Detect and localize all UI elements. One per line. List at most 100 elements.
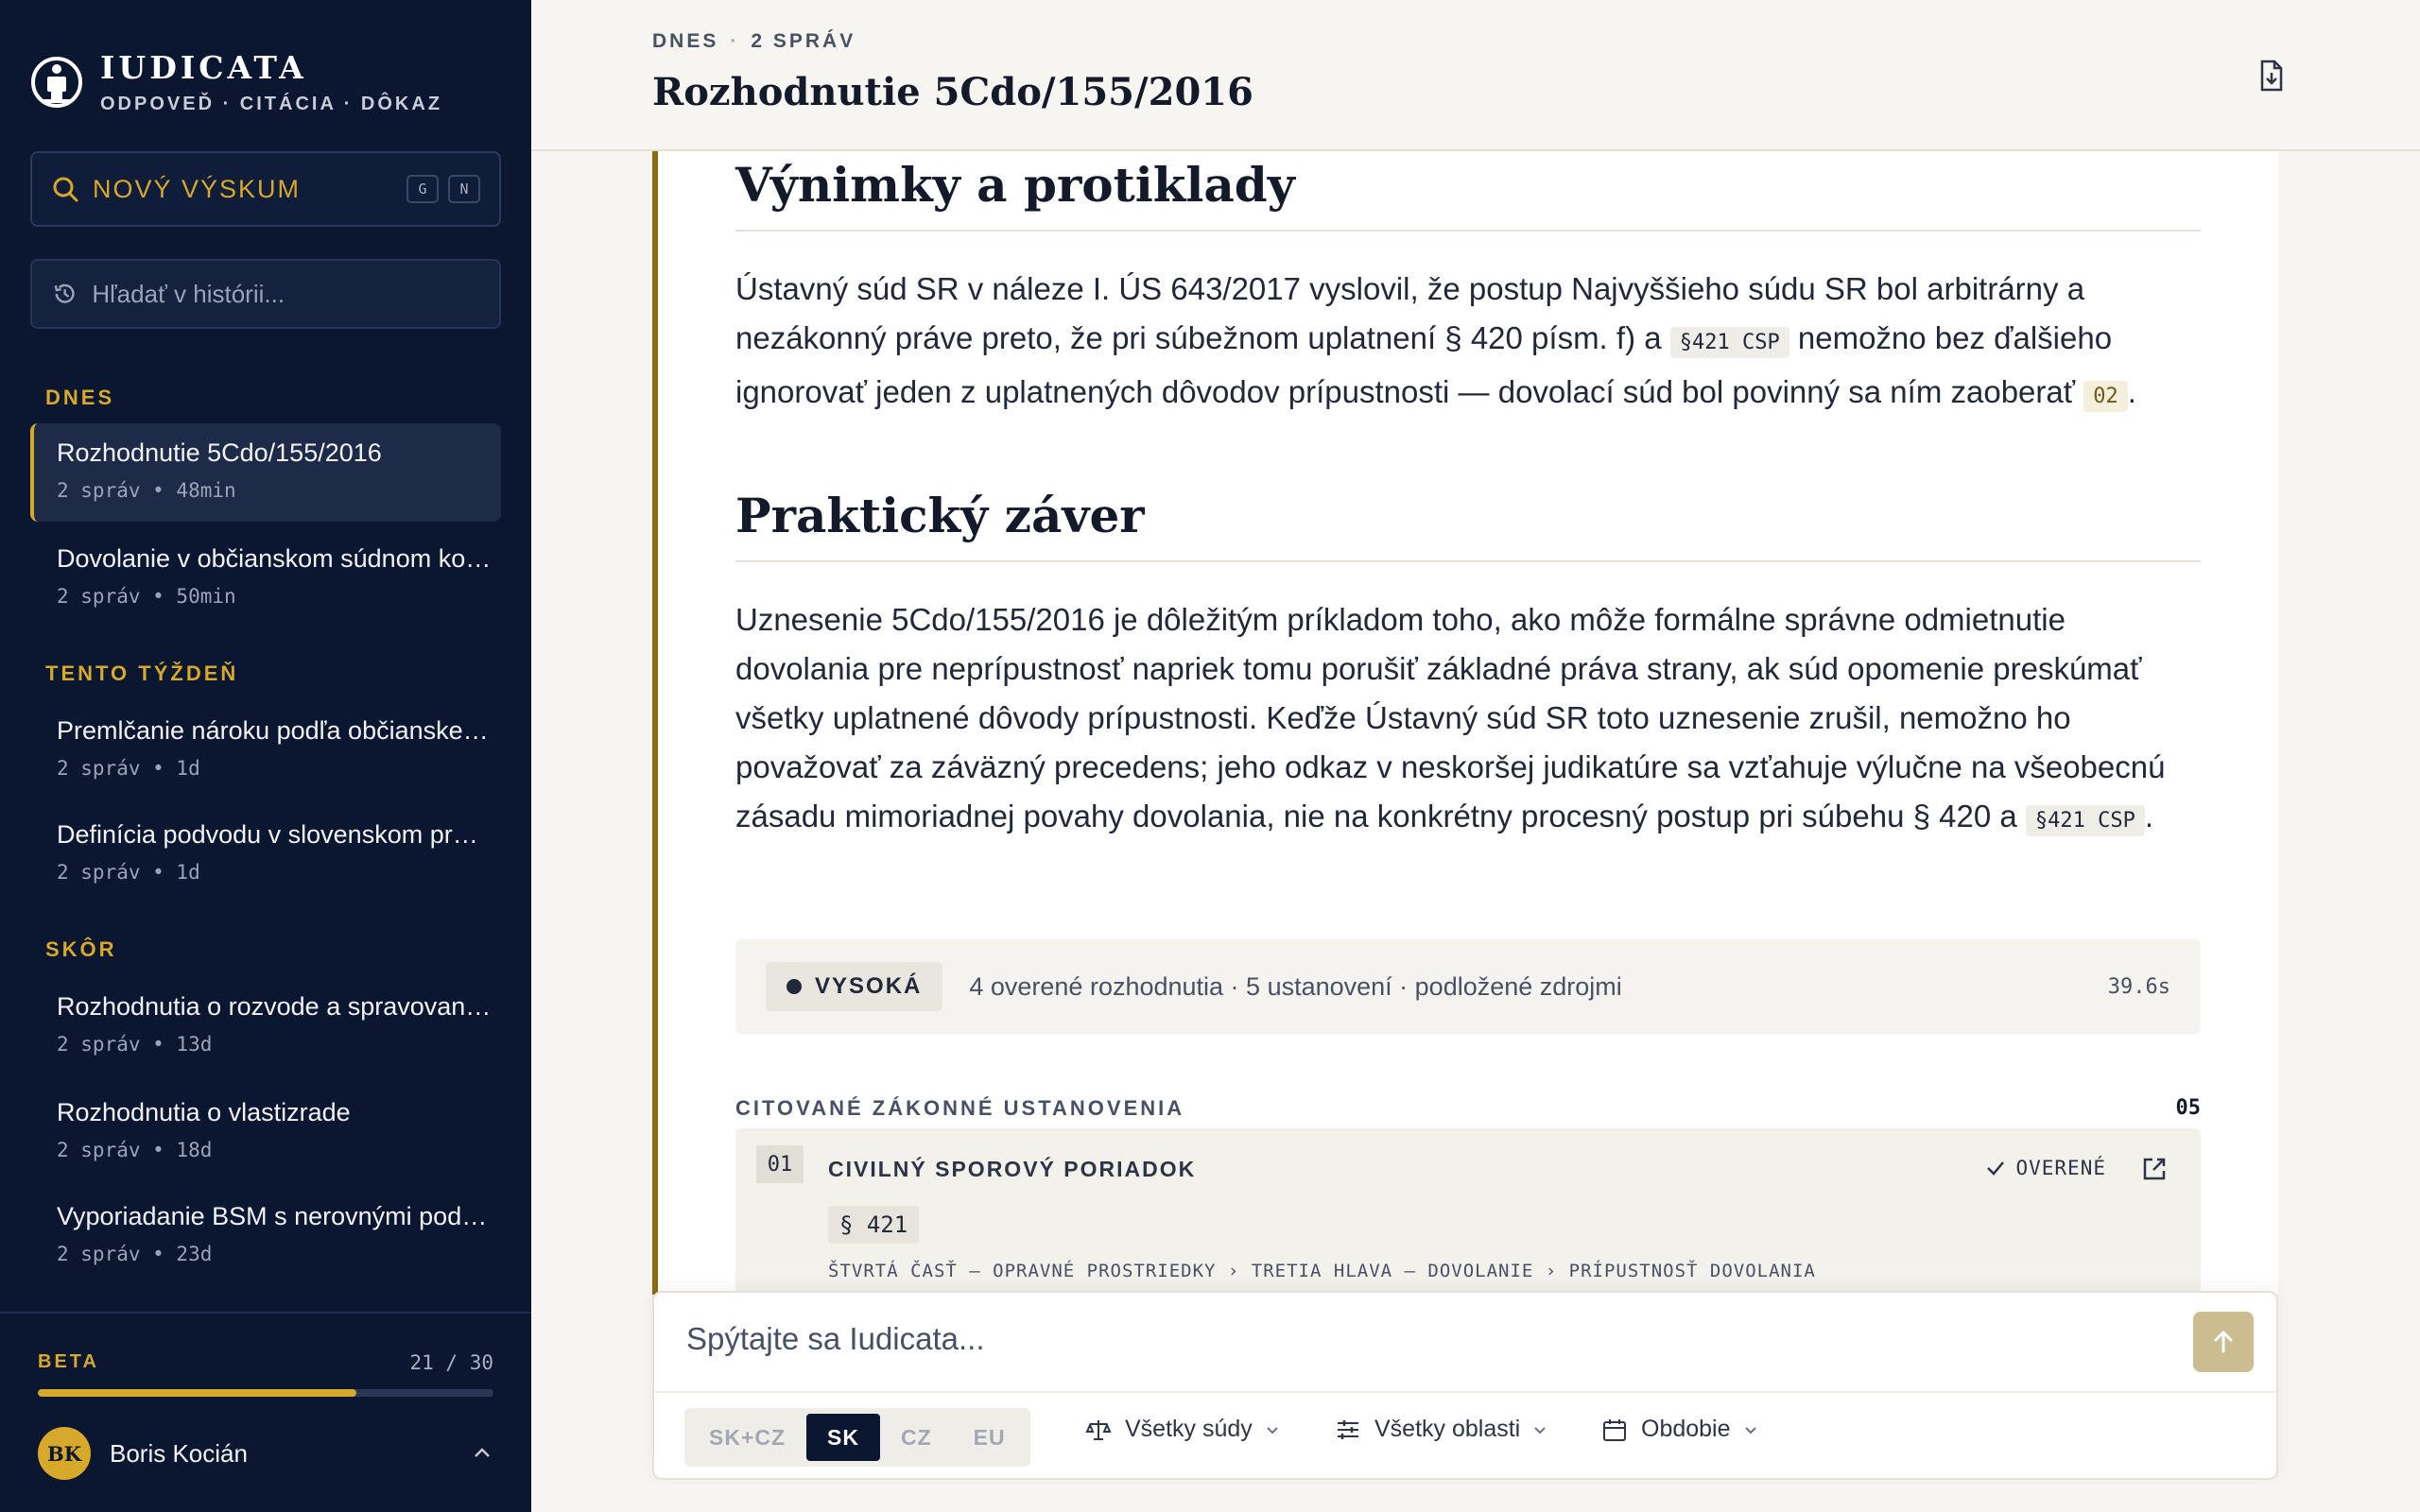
external-link-icon[interactable] — [2140, 1155, 2169, 1183]
region-option-sk[interactable]: SK — [806, 1414, 880, 1461]
beta-usage-bar — [38, 1389, 493, 1397]
confidence-badge: VYSOKÁ — [766, 962, 943, 1011]
question-input[interactable] — [686, 1321, 2104, 1374]
history-item-meta: 2 správ • 50min — [57, 585, 236, 608]
confidence-summary: VYSOKÁ 4 overené rozhodnutia · 5 ustanov… — [735, 939, 2201, 1034]
sidebar-footer: BETA 21 / 30 BK Boris Kocián — [0, 1312, 531, 1512]
calendar-icon — [1603, 1418, 1626, 1441]
brand[interactable]: IUDICATA ODPOVEĎ · CITÁCIA · DÔKAZ — [30, 49, 442, 115]
citation-marker[interactable]: 02 — [2083, 381, 2128, 412]
answer-paragraph: Ústavný súd SR v náleze I. ÚS 643/2017 v… — [735, 265, 2201, 421]
new-research-label: NOVÝ VÝSKUM — [93, 174, 302, 203]
composer-filters: SK+CZ SK CZ EU Všetky súdy Všetky oblast… — [654, 1391, 2276, 1480]
history-item-title: Rozhodnutie 5Cdo/155/2016 — [57, 438, 382, 467]
section-label-today: DNES — [45, 386, 115, 409]
confidence-label: VYSOKÁ — [815, 973, 923, 999]
statute-number: 01 — [756, 1145, 804, 1183]
confidence-dot-icon — [786, 979, 802, 994]
history-search — [30, 259, 501, 329]
avatar: BK — [38, 1427, 91, 1480]
brand-name: IUDICATA — [100, 49, 307, 86]
text-run: . — [2144, 799, 2153, 833]
user-menu[interactable]: BK Boris Kocián — [38, 1425, 493, 1482]
beta-usage-fill — [38, 1389, 357, 1397]
answer-paragraph: Uznesenie 5Cdo/155/2016 je dôležitým prí… — [735, 595, 2201, 846]
beta-label: BETA — [38, 1351, 99, 1372]
new-research-button[interactable]: NOVÝ VÝSKUM G N — [30, 151, 501, 227]
statute-name: CIVILNÝ SPOROVÝ PORIADOK — [828, 1157, 1197, 1181]
courts-filter-label: Všetky súdy — [1125, 1416, 1253, 1442]
history-item[interactable]: Rozhodnutia o rozvode a spravovaní majet… — [30, 977, 501, 1075]
cited-statutes-title: CITOVANÉ ZÁKONNÉ USTANOVENIA — [735, 1096, 1185, 1120]
chevron-up-icon — [475, 1448, 490, 1457]
history-item[interactable]: Premlčanie nároku podľa občianskeho záko… — [30, 701, 501, 799]
courts-filter-dropdown[interactable]: Všetky súdy — [1085, 1416, 1294, 1443]
text-run: . — [2127, 374, 2136, 409]
answer-panel: Výnimky a protiklady Ústavný súd SR v ná… — [652, 151, 2278, 1295]
section-heading: Výnimky a protiklady — [735, 157, 2201, 232]
cited-statutes-header: CITOVANÉ ZÁKONNÉ USTANOVENIA 05 — [735, 1096, 2201, 1121]
scales-logo-icon — [31, 57, 82, 108]
breadcrumb: DNES · 2 SPRÁV — [652, 30, 856, 52]
response-time: 39.6s — [2107, 974, 2170, 999]
history-item-title: Dovolanie v občianskom súdnom konaní — [57, 544, 492, 573]
chevron-down-icon — [1534, 1426, 1546, 1434]
section-label-this-week: TENTO TÝŽDEŇ — [45, 662, 239, 685]
check-icon — [1987, 1161, 2005, 1176]
history-search-input[interactable] — [92, 279, 480, 309]
history-item-active[interactable]: Rozhodnutie 5Cdo/155/2016 2 správ • 48mi… — [30, 423, 501, 522]
confidence-details: 4 overené rozhodnutia · 5 ustanovení · p… — [969, 971, 1622, 1001]
shortcut-key: N — [448, 175, 480, 203]
history-item-meta: 2 správ • 23d — [57, 1243, 213, 1265]
period-filter-dropdown[interactable]: Obdobie — [1601, 1416, 1772, 1443]
scales-icon — [1085, 1419, 1112, 1440]
region-option-cz[interactable]: CZ — [880, 1414, 953, 1461]
chevron-down-icon — [1267, 1426, 1278, 1434]
chevron-down-icon — [1744, 1426, 1756, 1434]
region-option-sk-cz[interactable]: SK+CZ — [688, 1414, 806, 1461]
period-filter-label: Obdobie — [1641, 1416, 1731, 1442]
verified-label: OVERENÉ — [2015, 1157, 2106, 1179]
user-name: Boris Kocián — [110, 1438, 248, 1468]
send-button[interactable] — [2193, 1312, 2254, 1372]
history-item-meta: 2 správ • 1d — [57, 861, 200, 884]
brand-tagline: ODPOVEĎ · CITÁCIA · DÔKAZ — [100, 94, 443, 114]
text-run: Uznesenie 5Cdo/155/2016 je dôležitým prí… — [735, 602, 2166, 833]
history-item[interactable]: Definícia podvodu v slovenskom práve 2 s… — [30, 805, 501, 903]
breadcrumb-day: DNES — [652, 30, 719, 52]
section-heading: Praktický záver — [735, 488, 2201, 562]
message-composer: SK+CZ SK CZ EU Všetky súdy — [652, 1291, 2278, 1480]
history-item[interactable]: Dovolanie v občianskom súdnom konaní 2 s… — [30, 529, 501, 627]
beta-usage-count: 21 / 30 — [409, 1351, 493, 1374]
sliders-icon — [1338, 1419, 1358, 1439]
section-label-earlier: SKÔR — [45, 937, 117, 961]
history-item-title: Rozhodnutia o rozvode a spravovaní majet… — [57, 992, 492, 1021]
history-item-meta: 2 správ • 13d — [57, 1033, 213, 1056]
history-item-title: Vyporiadanie BSM s nerovnými podielmi — [57, 1202, 492, 1230]
sidebar: IUDICATA ODPOVEĎ · CITÁCIA · DÔKAZ NOVÝ … — [0, 0, 531, 1512]
statute-reference[interactable]: §421 CSP — [1669, 327, 1789, 358]
history-item-meta: 2 správ • 18d — [57, 1139, 213, 1161]
history-icon — [54, 284, 75, 303]
history-item[interactable]: Vyporiadanie BSM s nerovnými podielmi 2 … — [30, 1187, 501, 1285]
shortcut-key: G — [406, 175, 439, 203]
search-icon — [53, 177, 78, 202]
areas-filter-label: Všetky oblasti — [1374, 1416, 1521, 1442]
cited-statutes-count: 05 — [2175, 1096, 2202, 1120]
statute-reference[interactable]: §421 CSP — [2025, 805, 2145, 836]
conversation-header: DNES · 2 SPRÁV Rozhodnutie 5Cdo/155/2016 — [531, 0, 2420, 151]
verified-status: OVERENÉ — [1985, 1157, 2106, 1179]
page-title: Rozhodnutie 5Cdo/155/2016 — [652, 70, 1253, 114]
history-item-meta: 2 správ • 48min — [57, 479, 236, 502]
statute-path: ŠTVRTÁ ČASŤ — OPRAVNÉ PROSTRIEDKY › TRET… — [828, 1261, 1816, 1281]
history-item-title: Rozhodnutia o vlastizrade — [57, 1098, 351, 1126]
arrow-up-icon — [2214, 1330, 2233, 1353]
statute-card[interactable]: 01 CIVILNÝ SPOROVÝ PORIADOK OVERENÉ § 42… — [735, 1128, 2201, 1295]
statute-paragraph: § 421 — [828, 1206, 920, 1244]
history-item[interactable]: Rozhodnutia o vlastizrade 2 správ • 18d — [30, 1083, 501, 1181]
areas-filter-dropdown[interactable]: Všetky oblasti — [1335, 1416, 1562, 1443]
breadcrumb-message-count: 2 SPRÁV — [751, 30, 856, 52]
export-document-icon[interactable] — [2252, 57, 2290, 94]
history-item-meta: 2 správ • 1d — [57, 757, 200, 780]
region-option-eu[interactable]: EU — [953, 1414, 1027, 1461]
